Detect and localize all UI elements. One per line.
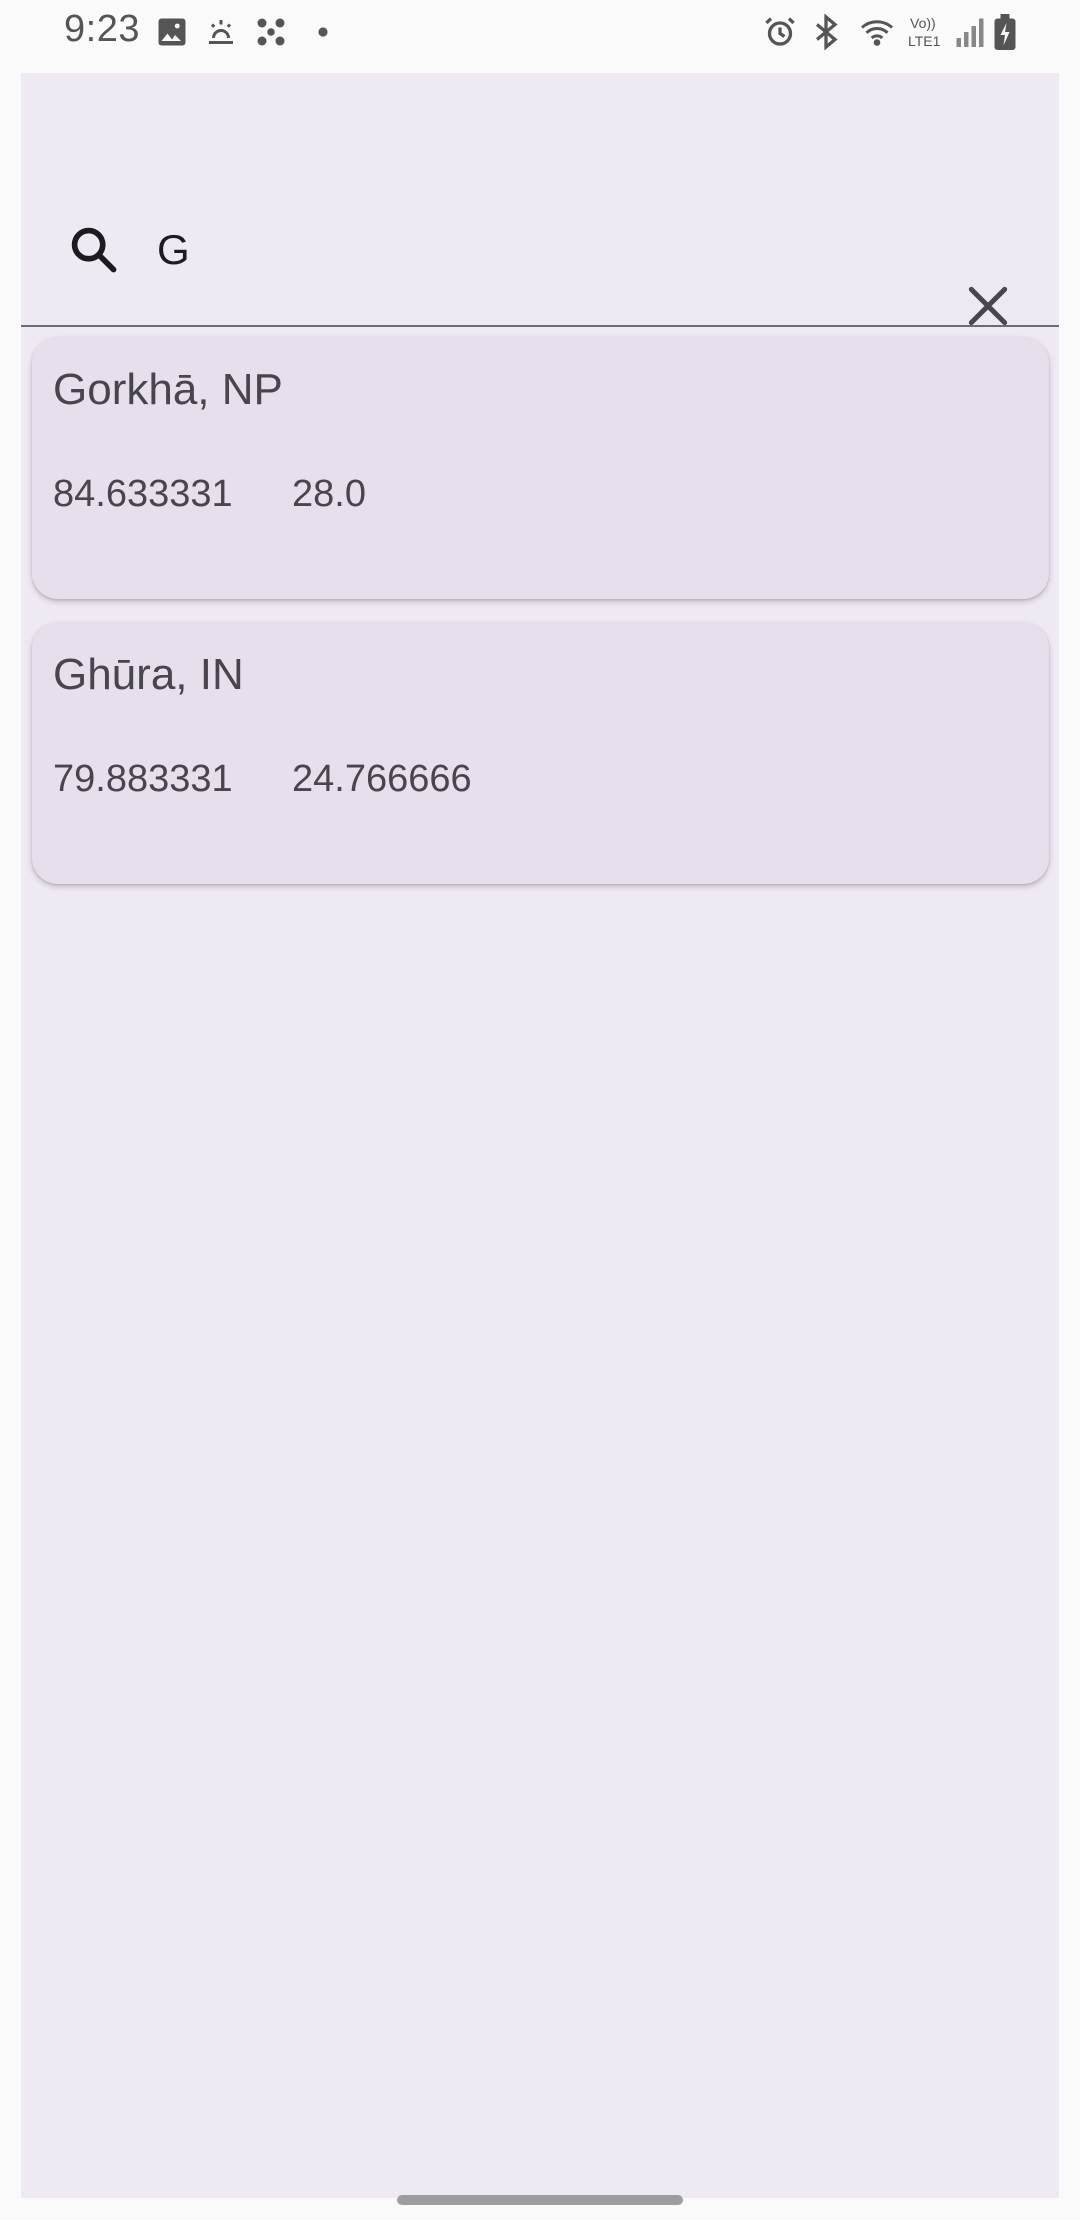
gesture-nav-handle[interactable] (397, 2195, 683, 2205)
volte-icon: Vo)) LTE1 (906, 12, 946, 52)
image-icon (154, 14, 190, 50)
result-longitude: 84.633331 (53, 473, 233, 515)
fan-icon (253, 14, 289, 50)
status-bar: 9:23 Vo)) LTE1 (0, 0, 1080, 66)
dot-icon (312, 14, 334, 50)
svg-text:Vo)): Vo)) (910, 15, 936, 31)
result-list: Gorkhā, NP 84.633331 28.0 Ghūra, IN 79.8… (32, 337, 1050, 907)
alarm-icon (762, 14, 798, 50)
signal-icon (952, 14, 988, 50)
search-divider (21, 325, 1059, 327)
result-card[interactable]: Ghūra, IN 79.883331 24.766666 (32, 622, 1049, 884)
search-icon (67, 223, 119, 275)
battery-charging-icon (992, 14, 1018, 50)
app-surface: Gorkhā, NP 84.633331 28.0 Ghūra, IN 79.8… (21, 73, 1059, 2198)
result-title: Gorkhā, NP (53, 365, 283, 414)
result-card[interactable]: Gorkhā, NP 84.633331 28.0 (32, 337, 1049, 599)
result-latitude: 28.0 (292, 473, 366, 515)
wifi-icon (856, 14, 898, 50)
svg-text:LTE1: LTE1 (908, 33, 941, 49)
search-input[interactable] (157, 215, 917, 285)
status-time: 9:23 (64, 8, 140, 50)
weather-icon (203, 14, 239, 50)
result-latitude: 24.766666 (292, 758, 472, 800)
bluetooth-icon (808, 14, 844, 50)
result-title: Ghūra, IN (53, 650, 244, 699)
result-longitude: 79.883331 (53, 758, 233, 800)
close-icon[interactable] (963, 281, 1013, 331)
